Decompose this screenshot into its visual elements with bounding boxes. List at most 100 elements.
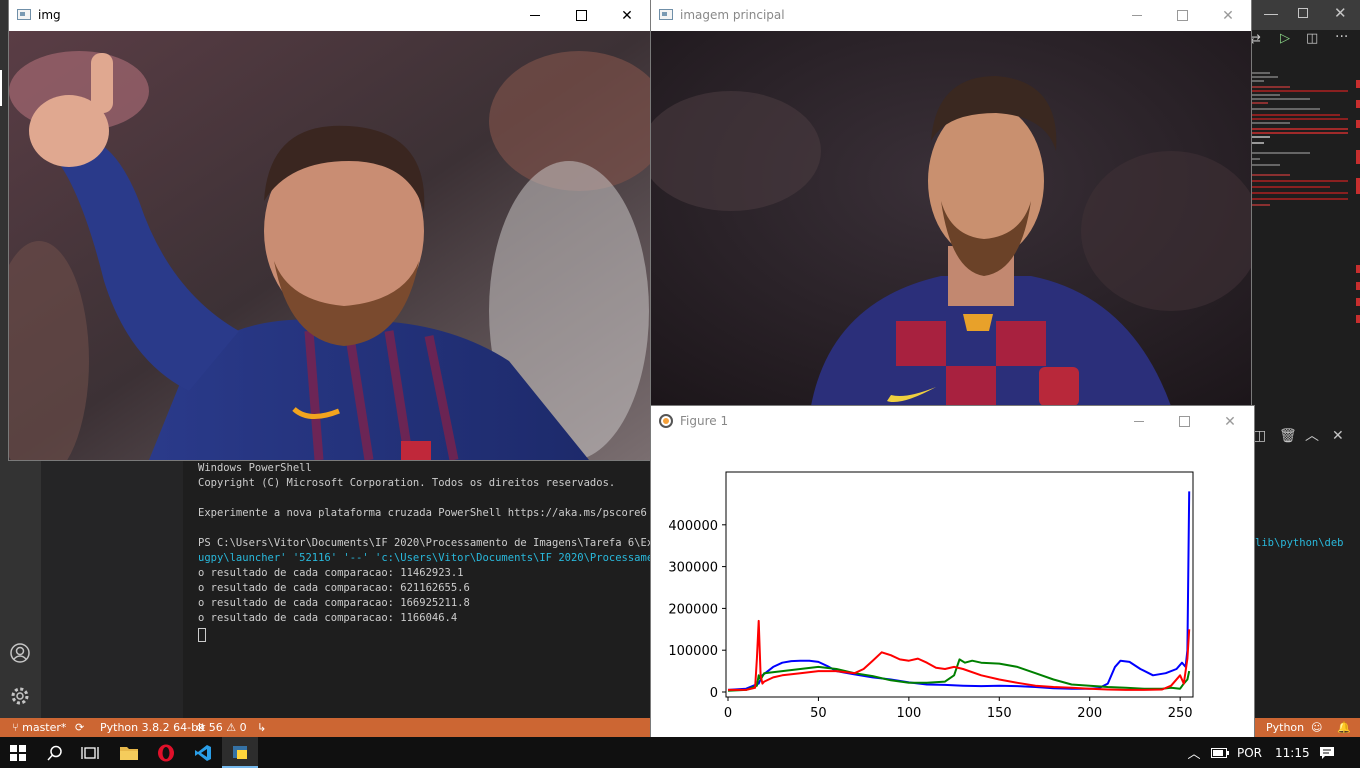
y-tick-label: 100000 bbox=[668, 644, 718, 659]
window-title: img bbox=[38, 8, 61, 22]
x-tick-label: 250 bbox=[1168, 706, 1193, 721]
terminal-line: ugpy\launcher' '52116' '--' 'c:\Users\Vi… bbox=[198, 552, 650, 564]
run-icon[interactable]: ▷ bbox=[1280, 32, 1290, 46]
photo-portrait-image bbox=[651, 31, 1251, 406]
branch-status[interactable]: ⑂ master* bbox=[12, 721, 66, 734]
y-tick-label: 200000 bbox=[668, 602, 718, 617]
x-tick-label: 0 bbox=[724, 706, 732, 721]
sync-icon[interactable]: ⟳ bbox=[75, 721, 84, 734]
opera-browser-button[interactable] bbox=[148, 737, 184, 768]
minimize-button[interactable] bbox=[512, 0, 558, 31]
search-button[interactable] bbox=[37, 737, 73, 768]
start-button[interactable] bbox=[0, 737, 36, 768]
window-figure-1[interactable]: Figure 1 ✕ 0 50 100 150 200 250 0 100000 200000 3… bbox=[651, 406, 1254, 737]
activity-active-marker bbox=[0, 70, 2, 106]
windows-logo-icon bbox=[10, 744, 26, 761]
terminal-overflow-text: lib\python\deb bbox=[1255, 537, 1344, 549]
histogram-chart: 0 50 100 150 200 250 0 100000 200000 300000 400000 bbox=[668, 471, 1194, 721]
python-taskbar-button[interactable] bbox=[222, 737, 258, 768]
show-hidden-icons-button[interactable]: ︿ bbox=[1182, 737, 1206, 768]
python-interpreter[interactable]: Python 3.8.2 64-bit bbox=[100, 721, 205, 734]
series-line-2 bbox=[728, 619, 1191, 691]
titlebar[interactable]: Figure 1 ✕ bbox=[651, 406, 1254, 437]
error-icon: ⊗ bbox=[196, 721, 206, 734]
minimap bbox=[1250, 70, 1348, 220]
window-img[interactable]: img ✕ bbox=[9, 0, 650, 460]
language-mode[interactable]: Python bbox=[1266, 721, 1304, 734]
x-tick-label: 200 bbox=[1077, 706, 1102, 721]
maximize-button[interactable] bbox=[1161, 406, 1207, 437]
split-terminal-icon[interactable]: ◫ bbox=[1253, 429, 1266, 443]
split-editor-icon[interactable]: ◫ bbox=[1306, 32, 1318, 46]
trash-icon[interactable]: 🗑 bbox=[1279, 429, 1297, 443]
integrated-terminal[interactable]: Windows PowerShell Copyright (C) Microso… bbox=[183, 460, 650, 718]
close-button[interactable]: ✕ bbox=[604, 0, 650, 31]
vscode-restore-icon[interactable] bbox=[1298, 8, 1308, 18]
warning-icon: ⚠ bbox=[226, 721, 237, 734]
file-explorer-button[interactable] bbox=[111, 737, 147, 768]
y-tick-label: 300000 bbox=[668, 561, 718, 576]
titlebar[interactable]: img ✕ bbox=[9, 0, 650, 31]
maximize-panel-icon[interactable]: ︿ bbox=[1305, 429, 1319, 443]
thumbs-up-photo bbox=[9, 31, 650, 460]
close-button[interactable]: ✕ bbox=[1205, 0, 1251, 31]
window-title: imagem principal bbox=[680, 8, 785, 22]
terminal-line: Copyright (C) Microsoft Corporation. Tod… bbox=[198, 477, 616, 489]
problems-status[interactable]: ⊗ 56 ⚠ 0 bbox=[196, 721, 247, 734]
app-icon bbox=[17, 9, 31, 20]
vscode-icon bbox=[195, 744, 211, 761]
more-actions-icon[interactable]: ··· bbox=[1335, 30, 1348, 44]
feedback-icon[interactable]: ☺ bbox=[1311, 721, 1322, 734]
titlebar[interactable]: imagem principal ✕ bbox=[651, 0, 1251, 31]
sidebar-panel bbox=[41, 460, 183, 718]
maximize-button[interactable] bbox=[558, 0, 604, 31]
terminal-cursor bbox=[198, 628, 206, 642]
close-panel-icon[interactable]: ✕ bbox=[1332, 429, 1344, 443]
battery-status[interactable] bbox=[1208, 737, 1232, 768]
window-imagem-principal[interactable]: imagem principal ✕ bbox=[651, 0, 1251, 406]
opera-icon bbox=[158, 744, 174, 761]
action-center-button[interactable] bbox=[1312, 737, 1342, 768]
task-view-icon bbox=[81, 746, 99, 759]
x-tick-label: 150 bbox=[987, 706, 1012, 721]
x-tick-label: 100 bbox=[896, 706, 921, 721]
vscode-close-icon[interactable]: ✕ bbox=[1334, 6, 1347, 21]
clock[interactable]: 11:15 bbox=[1275, 746, 1310, 760]
matplotlib-logo-icon bbox=[659, 414, 673, 428]
plot-frame bbox=[725, 471, 1194, 698]
chevron-up-icon: ︿ bbox=[1187, 747, 1201, 762]
x-tick-label: 50 bbox=[810, 706, 827, 721]
live-share-icon[interactable]: ↳ bbox=[257, 721, 266, 734]
terminal-line: o resultado de cada comparacao: 11462923… bbox=[198, 567, 464, 579]
maximize-button[interactable] bbox=[1159, 0, 1205, 31]
compare-icon[interactable]: ⇄ bbox=[1250, 33, 1261, 47]
minimize-button[interactable] bbox=[1114, 0, 1160, 31]
y-tick-label: 0 bbox=[710, 686, 718, 701]
close-button[interactable]: ✕ bbox=[1207, 406, 1253, 437]
minimize-button[interactable] bbox=[1116, 406, 1162, 437]
editor-toolbar: ⇄ ▷ ◫ ··· bbox=[1250, 30, 1360, 50]
vscode-minimize-icon[interactable] bbox=[1264, 14, 1278, 15]
input-language[interactable]: POR bbox=[1237, 746, 1262, 760]
window-title: Figure 1 bbox=[680, 414, 729, 428]
vscode-titlebar: ✕ bbox=[1250, 0, 1360, 30]
search-icon bbox=[47, 745, 62, 761]
account-icon[interactable] bbox=[9, 642, 31, 664]
terminal-panel-header: ◫ 🗑 ︿ ✕ bbox=[1250, 422, 1360, 450]
folder-icon bbox=[120, 747, 138, 760]
terminal-line: Windows PowerShell bbox=[198, 462, 312, 474]
battery-icon bbox=[1211, 747, 1229, 758]
git-branch-icon: ⑂ bbox=[12, 721, 19, 734]
figure-canvas: 0 50 100 150 200 250 0 100000 200000 300000 400000 bbox=[651, 437, 1254, 737]
photo-thumbs-up-image bbox=[9, 31, 650, 460]
terminal-line: o resultado de cada comparacao: 16692521… bbox=[198, 597, 470, 609]
task-view-button[interactable] bbox=[72, 737, 108, 768]
python-window-icon bbox=[233, 745, 247, 759]
taskbar: ︿ POR 11:15 bbox=[0, 737, 1360, 768]
portrait-photo bbox=[651, 31, 1251, 406]
app-icon bbox=[659, 9, 673, 20]
settings-gear-icon[interactable] bbox=[9, 685, 31, 707]
warning-count: 0 bbox=[239, 721, 247, 734]
vscode-taskbar-button[interactable] bbox=[185, 737, 221, 768]
notifications-bell-icon[interactable]: 🔔 bbox=[1337, 721, 1351, 734]
